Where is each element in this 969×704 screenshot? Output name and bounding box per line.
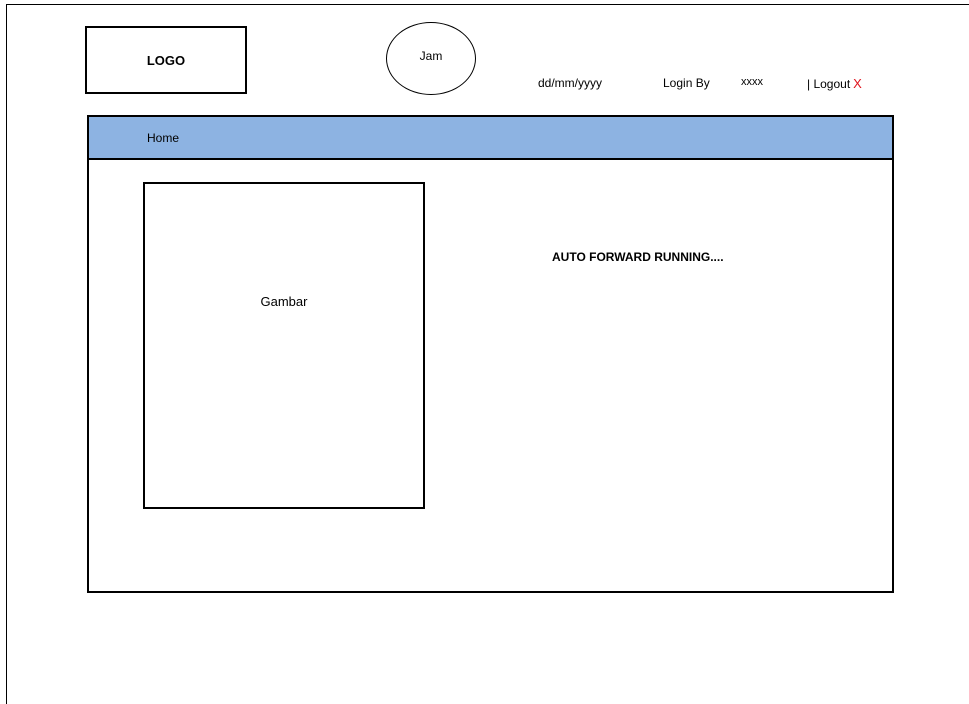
image-placeholder: Gambar: [143, 182, 425, 509]
date-display: dd/mm/yyyy: [538, 76, 603, 90]
logo-label: LOGO: [146, 52, 186, 68]
status-message: AUTO FORWARD RUNNING....: [552, 250, 724, 264]
nav-item-home[interactable]: Home: [147, 131, 179, 145]
image-placeholder-label: Gambar: [260, 294, 308, 309]
clock: Jam: [386, 22, 476, 95]
login-by-label: Login By: [663, 76, 710, 90]
close-icon[interactable]: X: [853, 76, 862, 91]
login-username: xxxx: [741, 76, 763, 88]
logout-button[interactable]: | Logout X: [807, 76, 862, 91]
logout-label[interactable]: | Logout: [807, 77, 850, 91]
clock-label: Jam: [419, 49, 443, 63]
logo: LOGO: [85, 26, 247, 94]
nav-bar: Home: [89, 117, 892, 160]
main-panel: Home Gambar AUTO FORWARD RUNNING....: [87, 115, 894, 593]
